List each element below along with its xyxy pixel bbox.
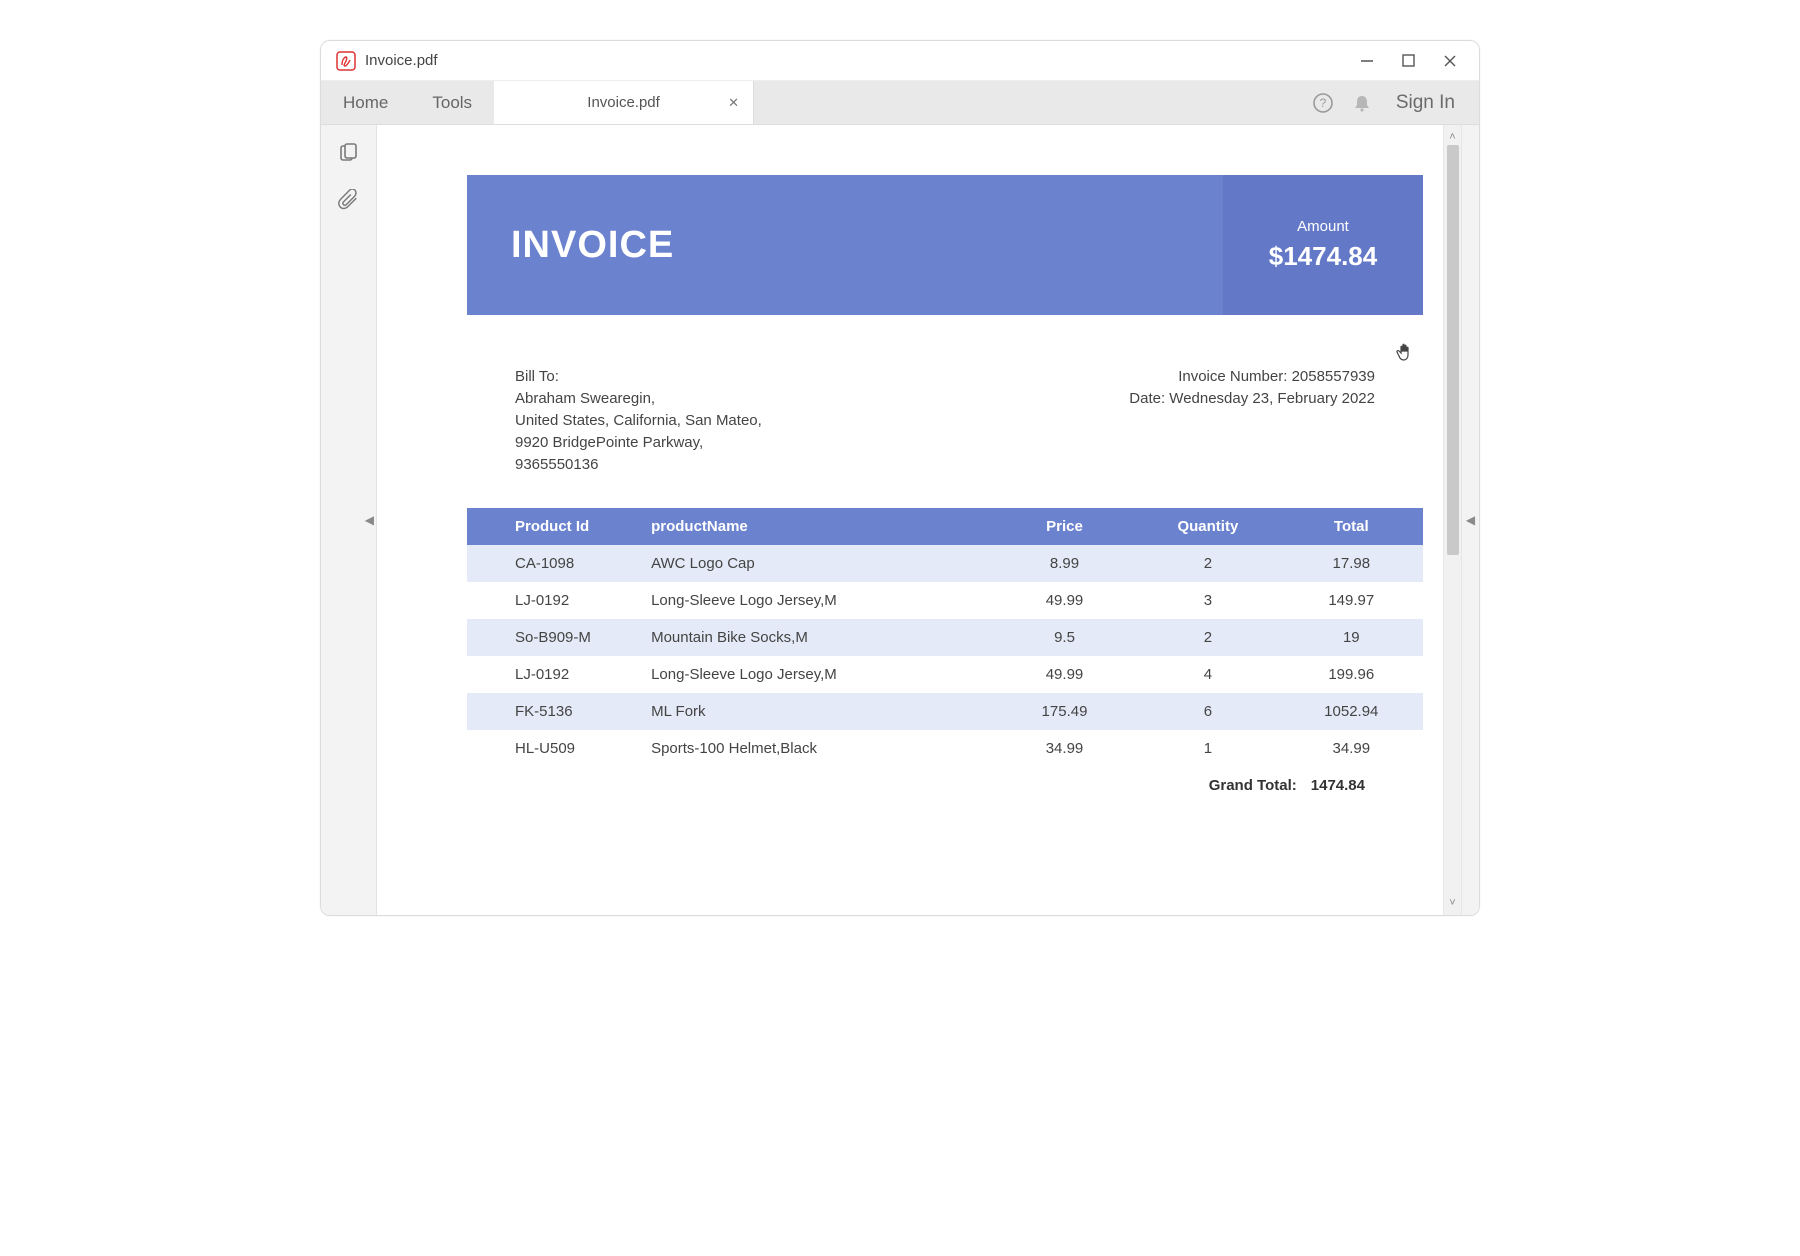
window-title: Invoice.pdf: [365, 52, 438, 69]
cell-total: 34.99: [1280, 730, 1423, 767]
cell-product-id: LJ-0192: [467, 582, 639, 619]
col-total: Total: [1280, 508, 1423, 545]
cell-product-name: Long-Sleeve Logo Jersey,M: [639, 582, 993, 619]
cell-product-id: CA-1098: [467, 545, 639, 582]
col-product-name: productName: [639, 508, 993, 545]
left-rail: ◀: [321, 125, 377, 915]
right-rail: ◀: [1461, 125, 1479, 915]
sign-in-link[interactable]: Sign In: [1390, 92, 1461, 114]
grand-total-row: Grand Total: 1474.84: [467, 767, 1423, 794]
help-icon[interactable]: ?: [1312, 92, 1334, 114]
table-row: So-B909-MMountain Bike Socks,M9.5219: [467, 619, 1423, 656]
window-controls: [1360, 54, 1471, 68]
table-row: HL-U509Sports-100 Helmet,Black34.99134.9…: [467, 730, 1423, 767]
tab-active[interactable]: Invoice.pdf ✕: [494, 81, 754, 124]
expand-left-icon[interactable]: ◀: [365, 513, 374, 527]
cell-quantity: 2: [1136, 619, 1279, 656]
viewer-body: ◀ INVOICE Amount $1474.84 Bill To:: [321, 125, 1479, 915]
cell-product-id: HL-U509: [467, 730, 639, 767]
bell-icon[interactable]: [1352, 93, 1372, 113]
document-viewer[interactable]: INVOICE Amount $1474.84 Bill To: Abraham…: [377, 125, 1443, 915]
cell-quantity: 1: [1136, 730, 1279, 767]
invoice-amount-box: Amount $1474.84: [1223, 175, 1423, 315]
invoice-number: Invoice Number: 2058557939: [1129, 368, 1375, 385]
hand-cursor-icon: [1393, 341, 1417, 365]
col-price: Price: [993, 508, 1136, 545]
scroll-down-icon[interactable]: ˅: [1449, 897, 1455, 909]
cell-total: 199.96: [1280, 656, 1423, 693]
invoice-date: Date: Wednesday 23, February 2022: [1129, 390, 1375, 407]
maximize-button[interactable]: [1402, 54, 1415, 68]
cell-quantity: 6: [1136, 693, 1279, 730]
amount-value: $1474.84: [1269, 241, 1377, 272]
bill-to-label: Bill To:: [515, 368, 762, 385]
cell-price: 8.99: [993, 545, 1136, 582]
bill-to-block: Bill To: Abraham Swearegin, United State…: [515, 363, 762, 478]
app-window: Invoice.pdf Home Tools Invoice.pdf ✕ ?: [320, 40, 1480, 916]
grand-total-value: 1474.84: [1311, 777, 1365, 794]
table-row: CA-1098AWC Logo Cap8.99217.98: [467, 545, 1423, 582]
table-header-row: Product Id productName Price Quantity To…: [467, 508, 1423, 545]
cell-product-name: Mountain Bike Socks,M: [639, 619, 993, 656]
attachment-icon[interactable]: [338, 189, 360, 211]
minimize-button[interactable]: [1360, 54, 1374, 68]
cell-quantity: 4: [1136, 656, 1279, 693]
cell-total: 149.97: [1280, 582, 1423, 619]
tab-label: Invoice.pdf: [587, 94, 660, 111]
titlebar: Invoice.pdf: [321, 41, 1479, 81]
table-row: LJ-0192Long-Sleeve Logo Jersey,M49.99314…: [467, 582, 1423, 619]
tabbar: Home Tools Invoice.pdf ✕ ? Sign In: [321, 81, 1479, 125]
cell-price: 9.5: [993, 619, 1136, 656]
cell-product-id: LJ-0192: [467, 656, 639, 693]
bill-to-addr1: United States, California, San Mateo,: [515, 412, 762, 429]
bill-to-addr2: 9920 BridgePointe Parkway,: [515, 434, 762, 451]
close-button[interactable]: [1443, 54, 1457, 68]
scrollbar-thumb[interactable]: [1447, 145, 1459, 555]
cell-product-name: Sports-100 Helmet,Black: [639, 730, 993, 767]
invoice-heading: INVOICE: [467, 175, 1223, 315]
cell-product-name: Long-Sleeve Logo Jersey,M: [639, 656, 993, 693]
thumbnails-icon[interactable]: [338, 143, 360, 165]
pdf-app-icon: [335, 50, 357, 72]
invoice-banner: INVOICE Amount $1474.84: [467, 175, 1423, 315]
cell-price: 175.49: [993, 693, 1136, 730]
cell-total: 1052.94: [1280, 693, 1423, 730]
cell-price: 34.99: [993, 730, 1136, 767]
col-quantity: Quantity: [1136, 508, 1279, 545]
bill-to-phone: 9365550136: [515, 456, 762, 473]
cell-price: 49.99: [993, 582, 1136, 619]
nav-tools[interactable]: Tools: [410, 81, 494, 124]
cell-product-name: AWC Logo Cap: [639, 545, 993, 582]
cell-product-id: FK-5136: [467, 693, 639, 730]
expand-right-icon[interactable]: ◀: [1466, 513, 1475, 527]
cell-product-id: So-B909-M: [467, 619, 639, 656]
nav-home[interactable]: Home: [321, 81, 410, 124]
pdf-page: INVOICE Amount $1474.84 Bill To: Abraham…: [467, 175, 1423, 794]
line-items-table: Product Id productName Price Quantity To…: [467, 508, 1423, 767]
cell-price: 49.99: [993, 656, 1136, 693]
amount-label: Amount: [1297, 218, 1349, 235]
table-row: LJ-0192Long-Sleeve Logo Jersey,M49.99419…: [467, 656, 1423, 693]
svg-text:?: ?: [1320, 96, 1327, 110]
bill-to-name: Abraham Swearegin,: [515, 390, 762, 407]
tab-close-icon[interactable]: ✕: [728, 95, 739, 111]
table-row: FK-5136ML Fork175.4961052.94: [467, 693, 1423, 730]
invoice-info-block: Invoice Number: 2058557939 Date: Wednesd…: [1129, 363, 1375, 478]
cell-product-name: ML Fork: [639, 693, 993, 730]
grand-total-label: Grand Total:: [1209, 777, 1297, 794]
col-product-id: Product Id: [467, 508, 639, 545]
cell-total: 17.98: [1280, 545, 1423, 582]
vertical-scrollbar[interactable]: ˄ ˅: [1443, 125, 1461, 915]
cell-quantity: 2: [1136, 545, 1279, 582]
cell-quantity: 3: [1136, 582, 1279, 619]
cell-total: 19: [1280, 619, 1423, 656]
scroll-up-icon[interactable]: ˄: [1449, 131, 1455, 143]
invoice-meta: Bill To: Abraham Swearegin, United State…: [467, 315, 1423, 508]
